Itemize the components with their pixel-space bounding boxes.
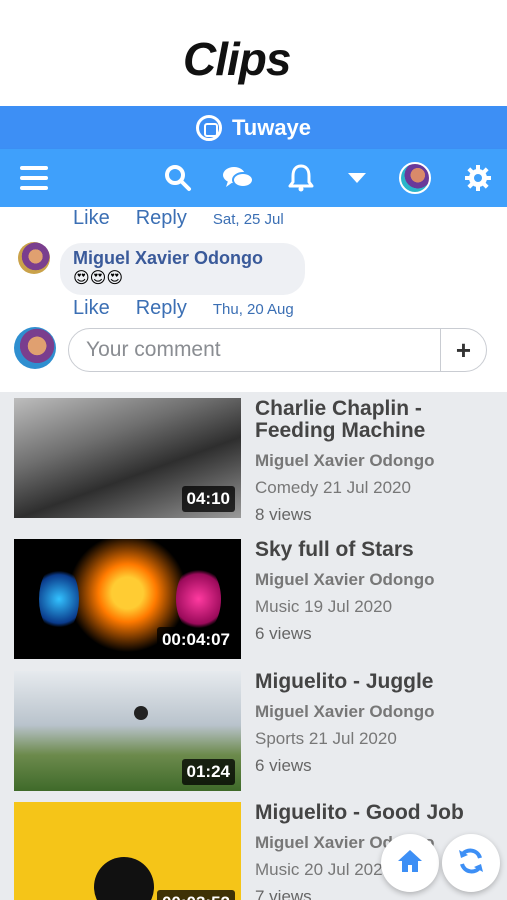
gear-icon[interactable] bbox=[462, 163, 494, 193]
video-date: 20 Jul 2020 bbox=[304, 860, 393, 879]
page-heading: Clips bbox=[0, 0, 507, 106]
comment-date: Thu, 20 Aug bbox=[212, 301, 294, 318]
comments-section: Like Reply Sat, 25 Jul Miguel Xavier Odo… bbox=[0, 207, 507, 392]
refresh-icon bbox=[456, 846, 486, 881]
video-item[interactable]: 01:24 Miguelito - Juggle Miguel Xavier O… bbox=[14, 671, 494, 791]
tuwaye-logo-icon bbox=[195, 114, 222, 141]
comment-actions: Like Reply Thu, 20 Aug bbox=[73, 297, 294, 320]
video-item[interactable]: 04:10 Charlie Chaplin - Feeding Machine … bbox=[14, 398, 494, 524]
video-date: 21 Jul 2020 bbox=[323, 478, 411, 497]
video-views: 8 views bbox=[255, 505, 312, 524]
video-author[interactable]: Miguel Xavier Odongo bbox=[255, 570, 505, 590]
avatar[interactable] bbox=[399, 162, 431, 194]
video-duration: 04:10 bbox=[181, 486, 235, 512]
video-title[interactable]: Miguelito - Juggle bbox=[255, 671, 505, 693]
previous-comment-actions: Like Reply Sat, 25 Jul bbox=[73, 207, 284, 230]
refresh-button[interactable] bbox=[442, 834, 500, 892]
video-item[interactable]: 00:04:07 Sky full of Stars Miguel Xavier… bbox=[14, 539, 494, 659]
comment-date: Sat, 25 Jul bbox=[212, 211, 284, 228]
video-duration: 00:03:52 bbox=[156, 890, 235, 900]
video-category-date: Music 19 Jul 2020 bbox=[255, 597, 505, 617]
chat-icon[interactable] bbox=[222, 163, 254, 193]
reply-link[interactable]: Reply bbox=[136, 297, 187, 320]
search-icon[interactable] bbox=[162, 163, 194, 193]
like-link[interactable]: Like bbox=[73, 207, 110, 230]
video-thumbnail[interactable]: 04:10 bbox=[14, 398, 241, 518]
brand-bar: Tuwaye bbox=[0, 106, 507, 149]
like-link[interactable]: Like bbox=[73, 297, 110, 320]
home-icon bbox=[396, 848, 424, 879]
video-category: Music bbox=[255, 597, 300, 616]
video-list: 04:10 Charlie Chaplin - Feeding Machine … bbox=[0, 392, 507, 900]
bell-icon[interactable] bbox=[285, 163, 317, 193]
video-category: Music bbox=[255, 860, 300, 879]
video-date: 19 Jul 2020 bbox=[304, 597, 393, 616]
top-navbar bbox=[0, 149, 507, 207]
caret-down-icon[interactable] bbox=[341, 163, 373, 193]
video-date: 21 Jul 2020 bbox=[308, 729, 397, 748]
video-info: Sky full of Stars Miguel Xavier Odongo M… bbox=[255, 539, 505, 644]
comment-bubble: Miguel Xavier Odongo 😍😍😍 bbox=[60, 243, 305, 295]
video-duration: 01:24 bbox=[181, 759, 235, 785]
video-category: Sports bbox=[255, 729, 305, 748]
comment-input[interactable] bbox=[69, 329, 440, 371]
reply-link[interactable]: Reply bbox=[136, 207, 187, 230]
video-author[interactable]: Miguel Xavier Odongo bbox=[255, 451, 505, 471]
page-title: Clips bbox=[183, 33, 291, 85]
home-button[interactable] bbox=[381, 834, 439, 892]
comment-input-box: + bbox=[68, 328, 487, 372]
video-category-date: Sports 21 Jul 2020 bbox=[255, 729, 505, 749]
current-user-avatar bbox=[14, 327, 56, 369]
video-views: 6 views bbox=[255, 756, 312, 775]
comment-author-avatar[interactable] bbox=[18, 242, 50, 274]
video-thumbnail[interactable]: 00:03:52 bbox=[14, 802, 241, 900]
comment-text: 😍😍😍 bbox=[73, 270, 124, 287]
video-thumbnail[interactable]: 00:04:07 bbox=[14, 539, 241, 659]
video-duration: 00:04:07 bbox=[156, 627, 235, 653]
comment-author[interactable]: Miguel Xavier Odongo bbox=[73, 248, 292, 269]
video-thumbnail[interactable]: 01:24 bbox=[14, 671, 241, 791]
video-author[interactable]: Miguel Xavier Odongo bbox=[255, 702, 505, 722]
add-comment-button[interactable]: + bbox=[440, 329, 486, 371]
video-title[interactable]: Sky full of Stars bbox=[255, 539, 505, 561]
video-category-date: Comedy 21 Jul 2020 bbox=[255, 478, 505, 498]
video-category: Comedy bbox=[255, 478, 319, 497]
menu-icon[interactable] bbox=[18, 163, 50, 193]
video-title[interactable]: Charlie Chaplin - Feeding Machine bbox=[255, 398, 505, 442]
video-info: Charlie Chaplin - Feeding Machine Miguel… bbox=[255, 398, 505, 525]
video-views: 6 views bbox=[255, 624, 312, 643]
video-title[interactable]: Miguelito - Good Job bbox=[255, 802, 505, 824]
video-info: Miguelito - Juggle Miguel Xavier Odongo … bbox=[255, 671, 505, 776]
brand-name: Tuwaye bbox=[231, 114, 312, 140]
